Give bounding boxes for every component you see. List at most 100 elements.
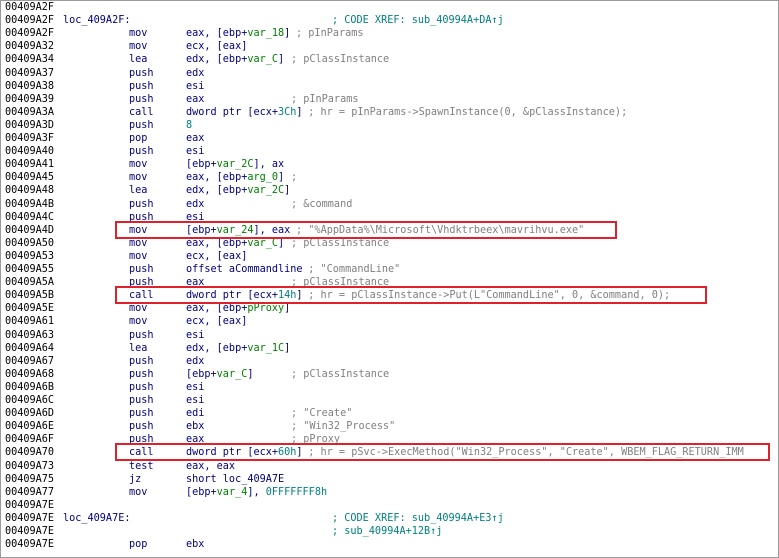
code-line[interactable]: 00409A4B push edx ; &command bbox=[5, 198, 775, 211]
code-line[interactable]: 00409A6D push edi ; "Create" bbox=[5, 407, 775, 420]
code-line[interactable]: 00409A5B call dword ptr [ecx+14h] ; hr = pC… bbox=[5, 289, 775, 302]
operand-text: dword ptr [ecx+ bbox=[186, 106, 279, 118]
line-address: 00409A67 bbox=[5, 355, 55, 367]
operand-text: edx bbox=[186, 198, 205, 210]
code-comment: ; bbox=[291, 172, 298, 184]
code-line[interactable]: 00409A7E pop ebx bbox=[5, 538, 775, 551]
operand-text: ], bbox=[247, 486, 266, 498]
instruction-mnemonic: lea bbox=[129, 185, 148, 197]
operand-text: esi bbox=[186, 80, 205, 92]
instruction-mnemonic: push bbox=[129, 277, 154, 289]
line-address: 00409A50 bbox=[5, 237, 55, 249]
code-line[interactable]: 00409A5A push eax ; pClassInstance bbox=[5, 276, 775, 289]
line-address: 00409A70 bbox=[5, 447, 55, 459]
code-line[interactable]: 00409A4D mov [ebp+var_24], eax ; "%AppData%… bbox=[5, 224, 775, 237]
code-line[interactable]: 00409A7E bbox=[5, 499, 775, 512]
code-line[interactable]: 00409A4C push esi bbox=[5, 211, 775, 224]
code-line[interactable]: 00409A73 test eax, eax bbox=[5, 460, 775, 473]
code-line[interactable]: 00409A6F push eax ; pProxy bbox=[5, 433, 775, 446]
code-line[interactable]: 00409A3D push 8 bbox=[5, 119, 775, 132]
code-line[interactable]: 00409A34 lea edx, [ebp+var_C] ; pClassInsta… bbox=[5, 53, 775, 66]
code-line[interactable]: 00409A2F loc_409A2F: ; CODE XREF: sub_4099… bbox=[5, 14, 775, 27]
operand-variable: var_18 bbox=[247, 28, 285, 40]
code-line[interactable]: 00409A3A call dword ptr [ecx+3Ch] ; hr = pI… bbox=[5, 106, 775, 119]
operand-text: esi bbox=[186, 329, 205, 341]
operand-text: dword ptr [ecx+ bbox=[186, 447, 279, 459]
line-address: 00409A6F bbox=[5, 434, 55, 446]
code-line[interactable]: 00409A5E mov eax, [ebp+pProxy] bbox=[5, 302, 775, 315]
code-line[interactable]: 00409A50 mov eax, [ebp+var_C] ; pClassInsta… bbox=[5, 237, 775, 250]
code-line[interactable]: 00409A53 mov ecx, [eax] bbox=[5, 250, 775, 263]
code-line[interactable]: 00409A39 push eax ; pInParams bbox=[5, 93, 775, 106]
code-line[interactable]: 00409A40 push esi bbox=[5, 145, 775, 158]
code-line[interactable]: 00409A3F pop eax bbox=[5, 132, 775, 145]
code-line[interactable]: 00409A2F bbox=[5, 1, 775, 14]
instruction-mnemonic: mov bbox=[129, 224, 148, 236]
code-line[interactable]: 00409A48 lea edx, [ebp+var_2C] bbox=[5, 184, 775, 197]
code-line[interactable]: 00409A67 push edx bbox=[5, 355, 775, 368]
code-line[interactable]: 00409A38 push esi bbox=[5, 80, 775, 93]
code-comment: ; pClassInstance bbox=[291, 54, 390, 66]
line-address: 00409A6B bbox=[5, 381, 55, 393]
code-line[interactable]: 00409A63 push esi bbox=[5, 329, 775, 342]
code-line[interactable]: 00409A7E loc_409A7E: ; CODE XREF: sub_4099… bbox=[5, 512, 775, 525]
code-label: loc_409A2F: bbox=[63, 15, 131, 27]
instruction-mnemonic: push bbox=[129, 93, 154, 105]
code-line[interactable]: 00409A61 mov ecx, [eax] bbox=[5, 315, 775, 328]
code-line[interactable]: 00409A70 call dword ptr [ecx+60h] ; hr = pS… bbox=[5, 446, 775, 459]
line-address: 00409A7E bbox=[5, 499, 55, 511]
code-line[interactable]: 00409A68 push [ebp+var_C] ; pClassInstance bbox=[5, 368, 775, 381]
operand-variable: var_2C bbox=[247, 185, 285, 197]
line-address: 00409A34 bbox=[5, 54, 55, 66]
instruction-mnemonic: jz bbox=[129, 473, 142, 485]
xref-comment: ; CODE XREF: sub_40994A+E3↑j bbox=[332, 512, 504, 524]
instruction-operands: ecx, [eax] bbox=[186, 250, 247, 263]
code-line[interactable]: 00409A45 mov eax, [ebp+arg_0]; bbox=[5, 171, 775, 184]
code-line[interactable]: 00409A6B push esi bbox=[5, 381, 775, 394]
line-address: 00409A3F bbox=[5, 133, 55, 144]
instruction-operands: ebx bbox=[186, 538, 204, 551]
instruction-mnemonic: mov bbox=[129, 303, 148, 315]
code-comment: ; &command bbox=[291, 198, 353, 210]
operand-text: esi bbox=[186, 211, 205, 223]
code-line[interactable]: 00409A6C push esi bbox=[5, 394, 775, 407]
code-comment: ; pClassInstance bbox=[291, 277, 390, 289]
code-line[interactable]: 00409A32 mov ecx, [eax] bbox=[5, 40, 775, 53]
code-line[interactable]: 00409A77 mov [ebp+var_4], 0FFFFFFF8h bbox=[5, 486, 775, 499]
instruction-mnemonic: mov bbox=[129, 41, 148, 53]
instruction-operands: esi bbox=[186, 394, 204, 407]
disassembly-listing[interactable]: 00409A2F 00409A2F loc_409A2F:; CODE XREF: … bbox=[0, 0, 779, 558]
operand-text: eax, [ebp+ bbox=[186, 28, 248, 40]
instruction-mnemonic: push bbox=[129, 329, 154, 341]
line-address: 00409A5A bbox=[5, 277, 55, 289]
code-line[interactable]: 00409A7E ; sub_40994A+12B↑j bbox=[5, 525, 775, 538]
operand-text: offset aCommandline bbox=[186, 264, 303, 275]
line-address: 00409A2F bbox=[5, 28, 55, 40]
operand-variable: var_C bbox=[247, 237, 279, 249]
instruction-operands: esi bbox=[186, 145, 204, 158]
instruction-operands: esi bbox=[186, 80, 204, 93]
code-line[interactable]: 00409A75 jz short loc_409A7E bbox=[5, 473, 775, 486]
code-line[interactable]: 00409A37 push edx bbox=[5, 67, 775, 80]
operand-text: [ebp+ bbox=[186, 224, 217, 236]
instruction-mnemonic: call bbox=[129, 106, 154, 118]
line-address: 00409A40 bbox=[5, 146, 55, 158]
instruction-operands: esi bbox=[186, 211, 204, 224]
code-line[interactable]: 00409A6E push ebx ; "Win32_Process" bbox=[5, 420, 775, 433]
instruction-operands: [ebp+var_24], eax bbox=[186, 224, 290, 237]
code-line[interactable]: 00409A55 push offset aCommandline ; "Comman… bbox=[5, 263, 775, 276]
code-line[interactable]: 00409A41 mov [ebp+var_2C], ax bbox=[5, 158, 775, 171]
xref-comment: ; CODE XREF: sub_40994A+DA↑j bbox=[332, 15, 504, 27]
operand-text: edx, [ebp+ bbox=[186, 342, 248, 354]
instruction-operands: eax, [ebp+arg_0] bbox=[186, 171, 284, 184]
line-address: 00409A37 bbox=[5, 67, 55, 79]
instruction-operands: esi bbox=[186, 381, 204, 394]
operand-variable: var_C bbox=[247, 54, 279, 66]
instruction-operands: eax, eax bbox=[186, 460, 235, 473]
line-address: 00409A6D bbox=[5, 408, 55, 420]
operand-text: short loc_409A7E bbox=[186, 473, 285, 485]
operand-text: ] bbox=[278, 172, 285, 184]
code-line[interactable]: 00409A64 lea edx, [ebp+var_1C] bbox=[5, 342, 775, 355]
code-line[interactable]: 00409A2F mov eax, [ebp+var_18] ; pInParams bbox=[5, 27, 775, 40]
code-comment: ; pClassInstance bbox=[291, 368, 390, 380]
